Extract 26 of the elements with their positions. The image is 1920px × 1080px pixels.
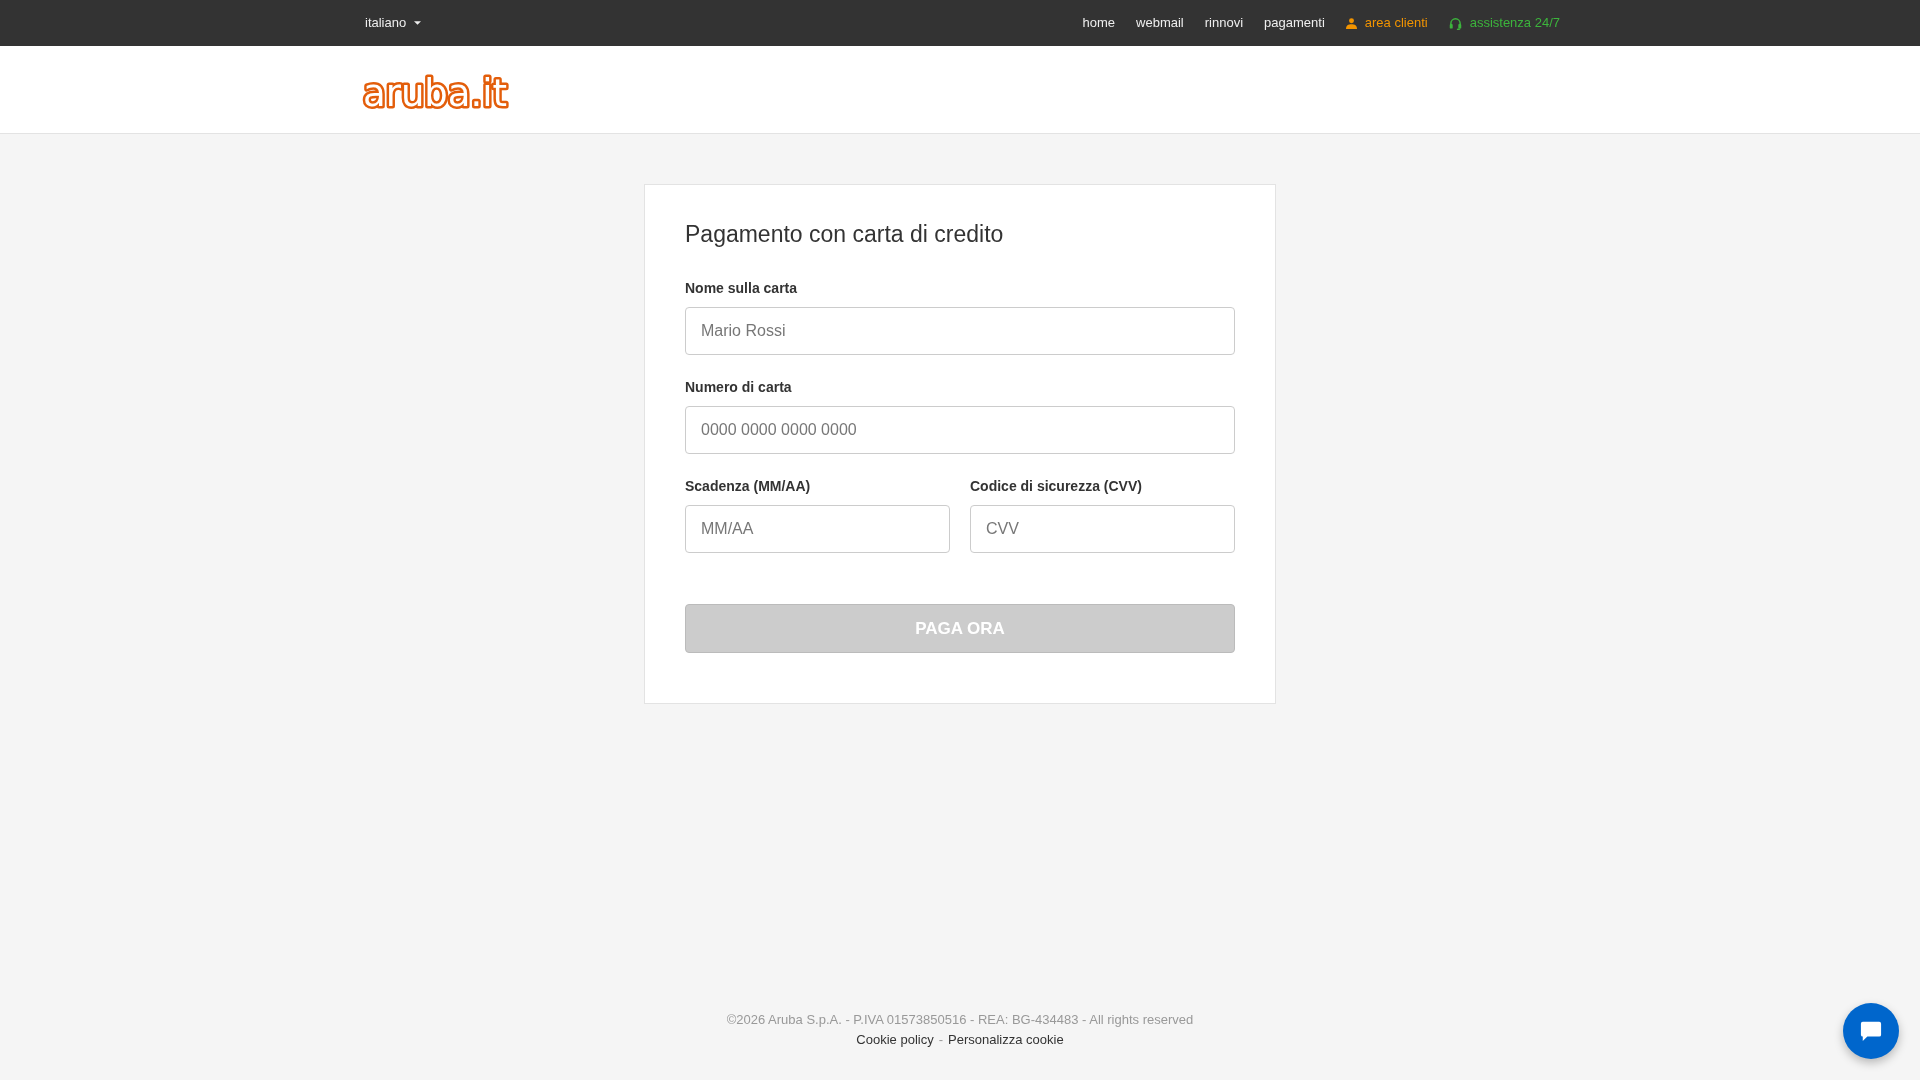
chat-bubble-icon — [1860, 1020, 1882, 1042]
input-field[interactable]: 0000 0000 0000 0000 — [685, 406, 1235, 454]
nav-link[interactable]: home — [1082, 13, 1116, 33]
nav-link[interactable]: pagamenti — [1264, 13, 1325, 33]
field-label: Scadenza (MM/AA) — [685, 477, 812, 496]
footer-link[interactable]: Cookie policy — [856, 1030, 934, 1050]
language-dropdown[interactable]: italiano — [360, 13, 427, 33]
field-label: Numero di carta — [685, 378, 793, 397]
input-field[interactable]: CVV — [970, 505, 1235, 553]
field-label: Codice di sicurezza (CVV) — [970, 477, 1143, 496]
field-label: Nome sulla carta — [685, 279, 799, 298]
nav-link[interactable]: rinnovi — [1204, 13, 1244, 33]
footer-link[interactable]: Personalizza cookie — [948, 1030, 1064, 1050]
input-field[interactable]: MM/AA — [685, 505, 950, 553]
link-separator: - — [938, 1031, 943, 1049]
nav-link[interactable]: webmail — [1136, 13, 1184, 33]
person-icon — [1345, 17, 1357, 29]
form-title: Pagamento con carta di credito — [685, 220, 1005, 248]
headset-icon — [1448, 16, 1462, 30]
chat-button[interactable] — [1843, 1003, 1899, 1059]
caret-icon — [414, 21, 422, 25]
brand-logo[interactable]: aruba.it — [360, 67, 512, 112]
nav-link[interactable]: assistenza 24/7 — [1448, 13, 1560, 33]
input-field[interactable]: Mario Rossi — [685, 307, 1235, 355]
copyright-text: ©2026 Aruba S.p.A. - P.IVA 01573850516 - REA: BG-434483 - All rights reserved — [726, 1011, 1194, 1029]
nav-link[interactable]: area clienti — [1345, 13, 1428, 33]
